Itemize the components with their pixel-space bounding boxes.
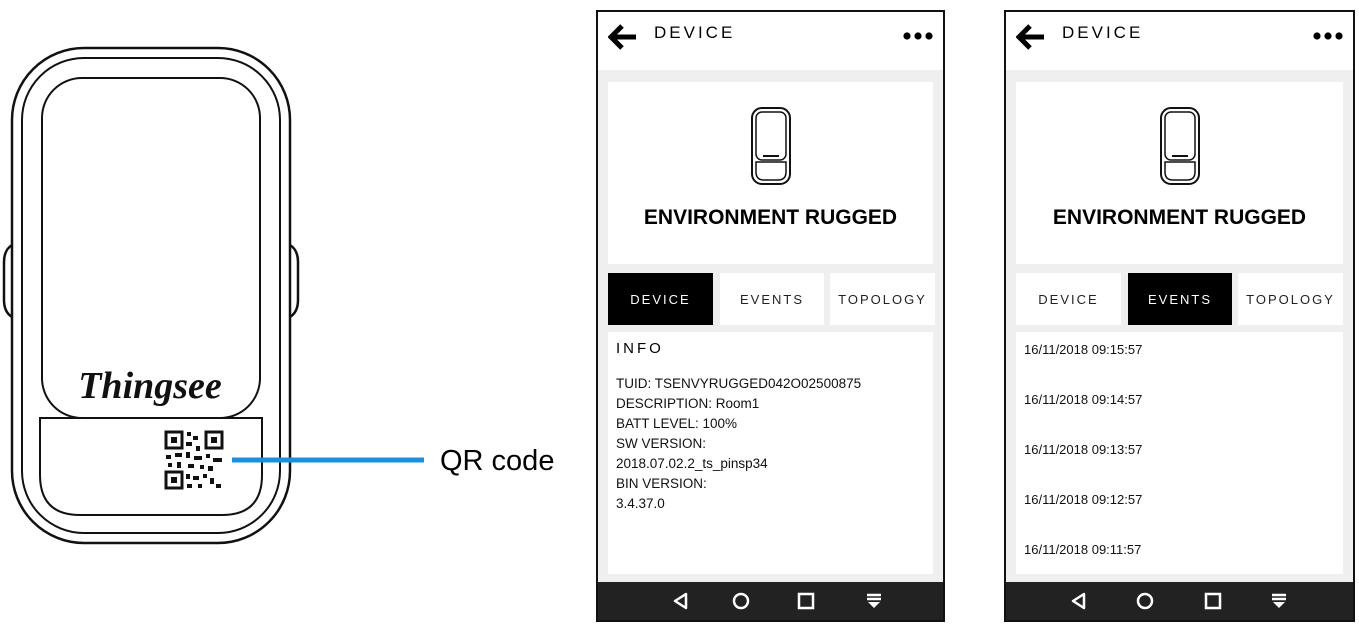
device-name: ENVIRONMENT RUGGED <box>1052 206 1307 229</box>
triangle-back-icon[interactable] <box>1069 591 1089 611</box>
app-header: DEVICE <box>598 12 943 70</box>
circle-home-icon[interactable] <box>731 591 751 611</box>
menu-down-icon[interactable] <box>864 591 884 611</box>
info-panel: INFO TUID: TSENVYRUGGED042O02500875 DESC… <box>608 332 933 574</box>
event-item[interactable]: 16/11/2018 09:12:57 <box>1024 492 1339 542</box>
phone-device-tab: DEVICE ENVIRONMENT RUGGED DEVICE EVENTS … <box>596 10 945 622</box>
tab-topology[interactable]: TOPOLOGY <box>1238 273 1343 325</box>
info-sw-version-value: 2018.07.02.2_ts_pinsp34 <box>616 456 768 471</box>
device-hero-card: ENVIRONMENT RUGGED <box>1016 82 1343 264</box>
triangle-back-icon[interactable] <box>671 591 691 611</box>
tab-bar: DEVICE EVENTS TOPOLOGY <box>1016 273 1343 325</box>
android-navbar <box>1006 582 1353 620</box>
device-thumbnail-icon <box>750 107 791 185</box>
more-dots-icon[interactable] <box>903 32 933 40</box>
tab-bar: DEVICE EVENTS TOPOLOGY <box>608 273 935 325</box>
android-navbar <box>598 582 943 620</box>
event-item[interactable]: 16/11/2018 09:13:57 <box>1024 442 1339 492</box>
info-tuid: TUID: TSENVYRUGGED042O02500875 <box>616 376 862 391</box>
menu-down-icon[interactable] <box>1269 591 1289 611</box>
tab-topology[interactable]: TOPOLOGY <box>830 273 935 325</box>
arrow-left-icon[interactable] <box>608 24 638 50</box>
square-recents-icon[interactable] <box>796 591 816 611</box>
arrow-left-icon[interactable] <box>1016 24 1046 50</box>
info-bin-version-label: BIN VERSION: <box>616 476 707 491</box>
event-item[interactable]: 16/11/2018 09:15:57 <box>1024 342 1339 392</box>
device-name: ENVIRONMENT RUGGED <box>643 206 898 229</box>
phone-events-tab: DEVICE ENVIRONMENT RUGGED DEVICE EVENTS … <box>1004 10 1355 622</box>
events-list: 16/11/2018 09:15:57 16/11/2018 09:14:57 … <box>1024 342 1339 592</box>
info-description: DESCRIPTION: Room1 <box>616 396 760 411</box>
device-hero-card: ENVIRONMENT RUGGED <box>608 82 933 264</box>
tab-events[interactable]: EVENTS <box>720 273 824 325</box>
app-header: DEVICE <box>1006 12 1353 70</box>
header-title: DEVICE <box>1062 23 1144 42</box>
qr-code-label: QR code <box>440 445 555 477</box>
header-title: DEVICE <box>654 23 736 42</box>
event-item[interactable]: 16/11/2018 09:14:57 <box>1024 392 1339 442</box>
brand-logo: Thingsee <box>78 365 222 407</box>
device-illustration: Thingsee QR code <box>0 0 560 625</box>
more-dots-icon[interactable] <box>1313 32 1343 40</box>
tab-device[interactable]: DEVICE <box>1016 273 1121 325</box>
info-title: INFO <box>616 340 664 357</box>
device-drawing: Thingsee <box>2 46 424 545</box>
tab-events[interactable]: EVENTS <box>1128 273 1232 325</box>
square-recents-icon[interactable] <box>1203 591 1223 611</box>
circle-home-icon[interactable] <box>1135 591 1155 611</box>
info-bin-version-value: 3.4.37.0 <box>616 496 665 511</box>
device-thumbnail-icon <box>1159 107 1200 185</box>
tab-device[interactable]: DEVICE <box>608 273 713 325</box>
events-panel: 16/11/2018 09:15:57 16/11/2018 09:14:57 … <box>1016 332 1343 574</box>
info-batt-level: BATT LEVEL: 100% <box>616 416 738 431</box>
qr-code-graphic <box>164 430 224 490</box>
info-sw-version-label: SW VERSION: <box>616 436 707 451</box>
info-list: TUID: TSENVYRUGGED042O02500875 DESCRIPTI… <box>616 374 929 514</box>
